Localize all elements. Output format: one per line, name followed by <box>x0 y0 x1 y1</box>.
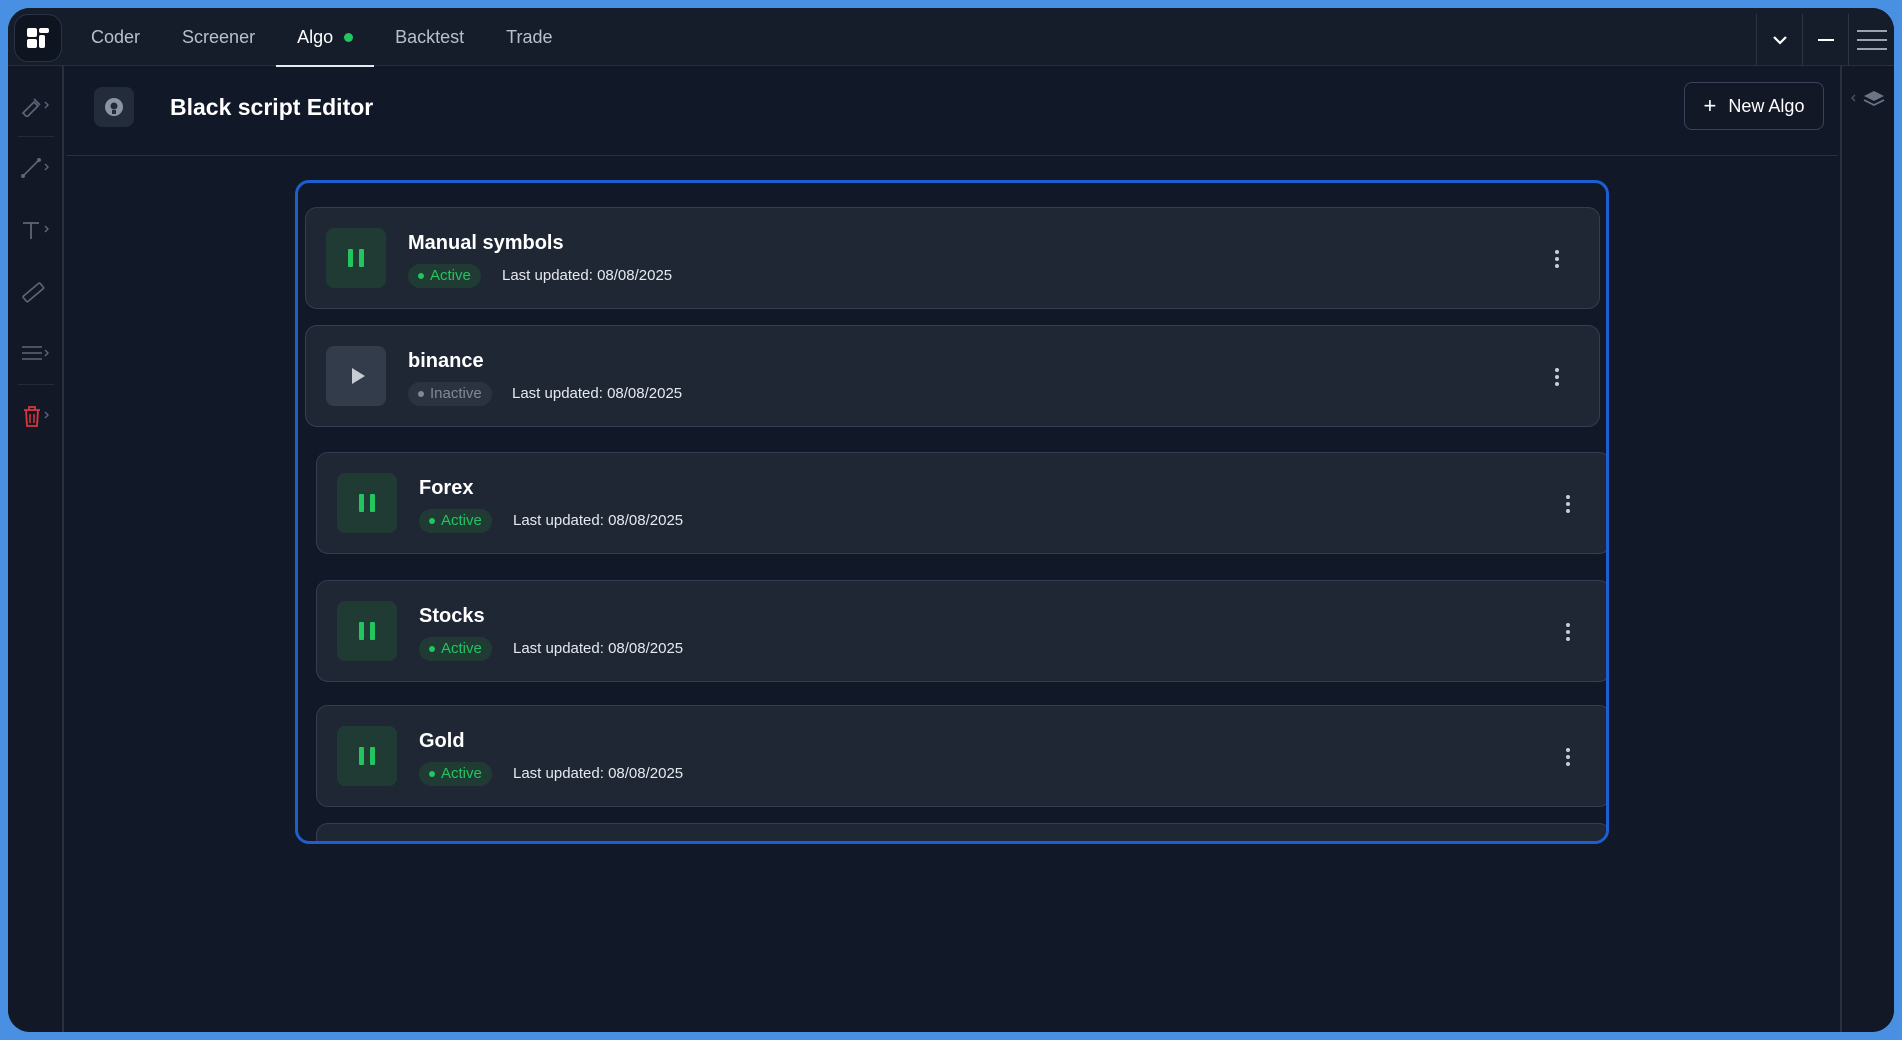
algo-card-gold[interactable]: Gold Active Last updated: 08/08/2025 <box>316 705 1606 807</box>
script-icon-button[interactable] <box>94 87 134 127</box>
last-updated: Last updated: 08/08/2025 <box>502 267 673 284</box>
pause-icon <box>359 747 364 765</box>
pause-icon <box>359 622 364 640</box>
trash-icon <box>24 406 49 427</box>
logo-icon <box>27 28 49 48</box>
ruler-icon <box>22 282 45 303</box>
play-icon <box>351 368 365 384</box>
app-window: Coder Screener Algo Backtest Trade Black… <box>8 8 1894 1032</box>
lines-icon <box>22 346 49 360</box>
pause-icon <box>359 494 364 512</box>
tab-label: Screener <box>182 26 256 47</box>
chevron-down-icon <box>1772 36 1787 45</box>
tab-backtest[interactable]: Backtest <box>374 8 485 66</box>
algo-card-manual-symbols[interactable]: Manual symbols Active Last updated: 08/0… <box>305 207 1600 309</box>
dropdown-button[interactable] <box>1756 14 1802 66</box>
pause-button[interactable] <box>326 228 386 288</box>
text-icon <box>23 222 49 239</box>
algo-name: Stocks <box>419 605 485 627</box>
algo-list: Manual symbols Active Last updated: 08/0… <box>295 180 1609 844</box>
last-updated: Last updated: 08/08/2025 <box>513 640 684 657</box>
algo-card-forex[interactable]: Forex Active Last updated: 08/08/2025 <box>316 452 1606 554</box>
app-logo[interactable] <box>14 14 62 62</box>
main-tabs: Coder Screener Algo Backtest Trade <box>70 8 574 67</box>
algo-card-partial <box>316 823 1606 841</box>
pause-button[interactable] <box>337 473 397 533</box>
status-badge: Active <box>419 509 492 533</box>
pause-button[interactable] <box>337 601 397 661</box>
tab-label: Algo <box>297 26 334 47</box>
tab-coder[interactable]: Coder <box>70 8 161 66</box>
menu-button[interactable] <box>1848 14 1894 66</box>
algo-name: binance <box>408 350 484 372</box>
panel-header: Black script Editor + New Algo <box>66 66 1838 156</box>
last-updated: Last updated: 08/08/2025 <box>513 512 684 529</box>
line-tool-button[interactable] <box>16 148 56 188</box>
more-options-button[interactable] <box>1549 362 1565 392</box>
minimize-icon <box>1817 39 1834 41</box>
status-badge: Inactive <box>408 382 492 406</box>
right-rail <box>1840 66 1894 1032</box>
pause-button[interactable] <box>337 726 397 786</box>
more-options-button[interactable] <box>1560 617 1576 647</box>
status-badge: Active <box>419 762 492 786</box>
script-icon <box>105 98 123 116</box>
more-options-button[interactable] <box>1560 489 1576 519</box>
ruler-tool-button[interactable] <box>16 272 56 312</box>
algo-name: Manual symbols <box>408 232 564 254</box>
plus-icon: + <box>1703 93 1717 118</box>
last-updated: Last updated: 08/08/2025 <box>513 765 684 782</box>
algo-name: Forex <box>419 477 474 499</box>
new-algo-button[interactable]: + New Algo <box>1684 82 1824 130</box>
line-icon <box>21 158 49 178</box>
pen-tool-button[interactable] <box>16 86 56 126</box>
text-tool-button[interactable] <box>16 210 56 250</box>
tab-label: Trade <box>506 26 553 47</box>
tab-trade[interactable]: Trade <box>485 8 573 66</box>
top-bar: Coder Screener Algo Backtest Trade <box>8 8 1894 67</box>
tab-algo[interactable]: Algo <box>276 8 375 67</box>
layers-icon <box>1851 91 1885 107</box>
status-dot <box>344 32 354 42</box>
algo-name: Gold <box>419 730 465 752</box>
algo-card-stocks[interactable]: Stocks Active Last updated: 08/08/2025 <box>316 580 1606 682</box>
more-options-button[interactable] <box>1549 244 1565 274</box>
page-title: Black script Editor <box>170 94 374 120</box>
play-button[interactable] <box>326 346 386 406</box>
delete-drawings-button[interactable] <box>16 396 56 436</box>
status-badge: Active <box>408 264 481 288</box>
tab-label: Backtest <box>395 26 465 47</box>
new-algo-label: New Algo <box>1728 95 1805 116</box>
tab-screener[interactable]: Screener <box>161 8 276 66</box>
tab-label: Coder <box>91 26 141 47</box>
pause-icon <box>348 249 353 267</box>
more-options-button[interactable] <box>1560 742 1576 772</box>
last-updated: Last updated: 08/08/2025 <box>512 385 683 402</box>
minimize-button[interactable] <box>1802 14 1848 66</box>
lines-tool-button[interactable] <box>16 334 56 374</box>
status-badge: Active <box>419 637 492 661</box>
pen-icon <box>21 98 49 117</box>
layers-button[interactable] <box>1848 84 1888 114</box>
algo-card-binance[interactable]: binance Inactive Last updated: 08/08/202… <box>305 325 1600 427</box>
hamburger-menu-icon <box>1856 30 1887 50</box>
drawing-tools-rail <box>8 66 64 1032</box>
